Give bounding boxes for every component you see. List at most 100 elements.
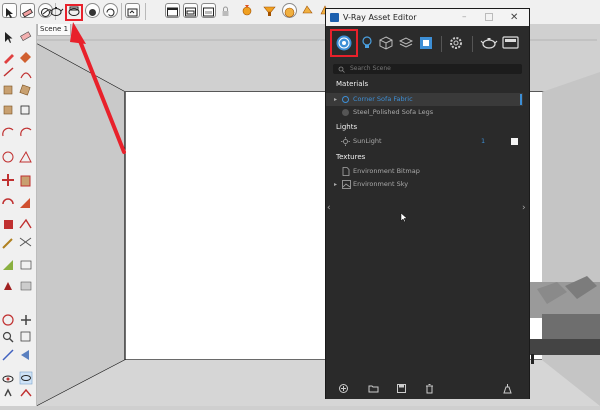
material-label: Steel_Polished Sofa Legs bbox=[353, 108, 434, 116]
frame-buffer-icon[interactable] bbox=[165, 3, 180, 18]
highlight-box bbox=[65, 4, 83, 21]
polygon-tool-icon[interactable] bbox=[20, 105, 30, 115]
vray-window-title: V-Ray Asset Editor bbox=[343, 13, 417, 22]
texture-label: Environment Bitmap bbox=[353, 167, 420, 175]
paint-bucket-icon[interactable] bbox=[20, 52, 31, 63]
line-tool-icon[interactable] bbox=[3, 67, 14, 77]
search-input[interactable]: Search Scene bbox=[333, 64, 522, 74]
settings-icon[interactable] bbox=[449, 36, 463, 50]
text-tool-icon[interactable] bbox=[20, 260, 32, 270]
sun-icon[interactable] bbox=[240, 3, 255, 18]
section-header-lights: Lights bbox=[336, 123, 358, 131]
lock-icon[interactable] bbox=[219, 3, 234, 18]
tape-measure-icon[interactable] bbox=[2, 238, 13, 249]
orbit-icon[interactable] bbox=[85, 3, 100, 18]
list-item[interactable]: SunLight 1 bbox=[326, 135, 523, 148]
section-plane-icon[interactable] bbox=[20, 388, 32, 397]
light-toggle-checkbox[interactable] bbox=[511, 138, 518, 145]
rotate-tool-icon[interactable] bbox=[2, 198, 14, 205]
push-pull-icon[interactable] bbox=[20, 175, 31, 187]
pan-icon[interactable] bbox=[103, 3, 118, 18]
circle-tool-icon[interactable] bbox=[3, 105, 13, 115]
render-icon[interactable] bbox=[480, 35, 498, 50]
toolbar-divider bbox=[441, 36, 442, 52]
dimension-tool-icon[interactable] bbox=[19, 237, 32, 247]
follow-me-icon[interactable] bbox=[20, 198, 30, 208]
textures-icon[interactable] bbox=[419, 36, 433, 50]
3d-text-icon[interactable] bbox=[20, 281, 32, 291]
arc-icon[interactable] bbox=[2, 127, 14, 137]
collapse-left-arrow-icon[interactable]: ‹ bbox=[327, 203, 331, 213]
walk-tool-icon[interactable] bbox=[4, 388, 12, 397]
texture-image-icon bbox=[342, 180, 351, 189]
vray-bottom-toolbar bbox=[326, 379, 529, 399]
axes-tool-icon[interactable] bbox=[4, 282, 12, 290]
list-item[interactable]: Steel_Polished Sofa Legs bbox=[326, 106, 523, 119]
eraser-icon[interactable] bbox=[20, 31, 32, 42]
offset-tool-icon[interactable] bbox=[19, 218, 32, 229]
material-label: Corner Sofa Fabric bbox=[353, 95, 413, 103]
zoom-tool-icon[interactable] bbox=[2, 331, 14, 343]
section-header-textures: Textures bbox=[336, 153, 366, 161]
window-icon[interactable] bbox=[183, 3, 198, 18]
pan-tool-icon[interactable] bbox=[21, 315, 31, 325]
look-around-icon[interactable] bbox=[19, 371, 33, 385]
open-folder-icon[interactable] bbox=[368, 383, 379, 394]
move-tool-icon[interactable] bbox=[2, 174, 14, 186]
selection-indicator bbox=[520, 94, 522, 105]
position-camera-icon[interactable] bbox=[2, 375, 14, 383]
list-item[interactable]: ▸ Corner Sofa Fabric bbox=[326, 93, 523, 106]
minimize-icon[interactable]: – bbox=[462, 9, 467, 26]
select-tool-icon[interactable] bbox=[5, 32, 13, 43]
select-tool-icon[interactable] bbox=[2, 3, 17, 18]
zoom-window-icon[interactable] bbox=[20, 331, 31, 342]
material-icon bbox=[342, 96, 349, 103]
render-elements-icon[interactable] bbox=[399, 36, 413, 50]
list-item[interactable]: Environment Bitmap bbox=[326, 165, 523, 178]
toolbar-separator bbox=[121, 3, 122, 20]
texture-label: Environment Sky bbox=[353, 180, 409, 188]
expand-arrow-icon[interactable]: ▸ bbox=[334, 93, 337, 106]
protractor-icon[interactable] bbox=[3, 260, 13, 270]
close-icon[interactable]: ✕ bbox=[510, 9, 518, 26]
toolbar-divider bbox=[472, 36, 473, 52]
rotated-rectangle-icon[interactable] bbox=[19, 84, 31, 96]
geometry-icon[interactable] bbox=[379, 36, 393, 50]
section-header-materials: Materials bbox=[336, 80, 369, 88]
scale-tool-icon[interactable] bbox=[4, 220, 13, 229]
two-point-arc-icon[interactable] bbox=[19, 150, 32, 163]
rectangle-tool-icon[interactable] bbox=[3, 85, 13, 95]
window-icon[interactable] bbox=[201, 3, 216, 18]
orbit-tool-icon[interactable] bbox=[2, 314, 14, 326]
purge-icon[interactable] bbox=[502, 383, 513, 394]
mouse-cursor-icon bbox=[400, 212, 408, 223]
materials-icon[interactable] bbox=[335, 34, 353, 52]
expand-arrow-icon[interactable]: ▸ bbox=[334, 178, 337, 191]
expand-right-arrow-icon[interactable]: › bbox=[522, 203, 526, 213]
arc-tool-icon[interactable] bbox=[20, 72, 32, 79]
delete-icon[interactable] bbox=[424, 383, 435, 394]
search-icon bbox=[338, 66, 345, 73]
texture-file-icon bbox=[342, 167, 350, 176]
light-icon[interactable] bbox=[262, 3, 277, 18]
lights-icon[interactable] bbox=[361, 36, 373, 50]
vray-titlebar[interactable]: V-Ray Asset Editor – ✕ bbox=[326, 9, 529, 26]
three-point-arc-icon[interactable] bbox=[2, 151, 14, 163]
add-asset-icon[interactable] bbox=[338, 383, 349, 394]
pie-icon[interactable] bbox=[20, 127, 32, 137]
sphere-light-icon[interactable] bbox=[282, 3, 297, 18]
light-count: 1 bbox=[481, 137, 486, 145]
frame-buffer-icon[interactable] bbox=[502, 35, 520, 50]
maximize-icon[interactable] bbox=[485, 13, 493, 21]
eraser-icon[interactable] bbox=[20, 3, 35, 18]
list-item[interactable]: ▸ Environment Sky bbox=[326, 178, 523, 191]
zoom-extents-icon[interactable] bbox=[2, 349, 14, 361]
pencil-icon[interactable] bbox=[4, 54, 14, 64]
previous-view-icon[interactable] bbox=[21, 350, 29, 360]
scene-tab[interactable]: Scene 1 bbox=[37, 24, 71, 36]
save-icon[interactable] bbox=[396, 383, 407, 394]
mesh-light-icon[interactable] bbox=[300, 3, 315, 18]
vray-asset-editor: V-Ray Asset Editor – ✕ Search Scene Mate… bbox=[325, 8, 530, 399]
render-teapot-icon[interactable] bbox=[49, 3, 64, 18]
zoom-icon[interactable] bbox=[125, 3, 140, 18]
